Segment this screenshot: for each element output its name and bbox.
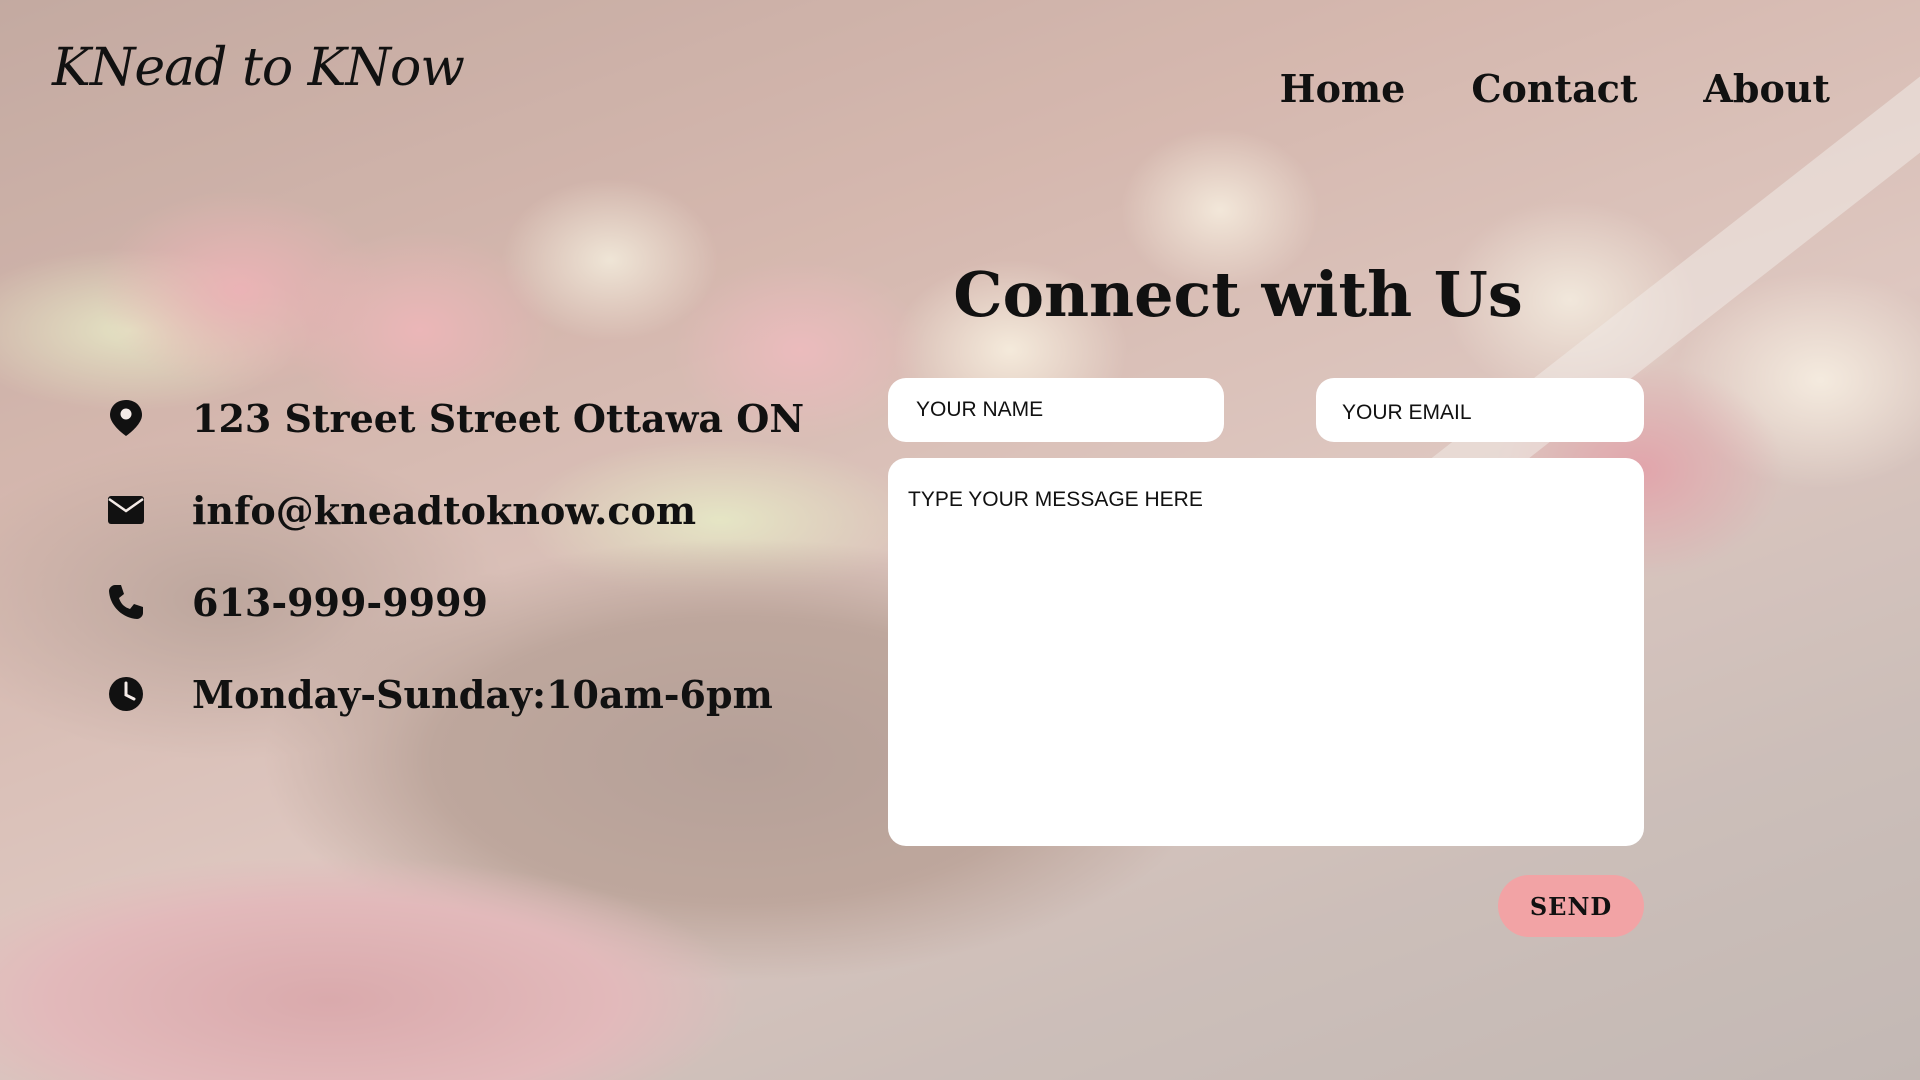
clock-icon bbox=[100, 668, 152, 720]
location-pin-icon bbox=[100, 392, 152, 444]
send-button[interactable]: SEND bbox=[1498, 875, 1644, 937]
contact-phone: 613-999-9999 bbox=[100, 556, 804, 648]
contact-info-list: 123 Street Street Ottawa ON info@kneadto… bbox=[100, 372, 804, 740]
main-nav: Home Contact About bbox=[1280, 66, 1830, 111]
hours-text: Monday-Sunday:10am-6pm bbox=[192, 671, 773, 717]
message-textarea[interactable] bbox=[888, 458, 1644, 846]
nav-about-link[interactable]: About bbox=[1703, 66, 1830, 111]
contact-address: 123 Street Street Ottawa ON bbox=[100, 372, 804, 464]
address-text: 123 Street Street Ottawa ON bbox=[192, 395, 805, 441]
site-logo[interactable]: KNead to KNow bbox=[52, 38, 465, 98]
envelope-icon bbox=[100, 484, 152, 536]
nav-home-link[interactable]: Home bbox=[1280, 66, 1406, 111]
contact-email: info@kneadtoknow.com bbox=[100, 464, 804, 556]
nav-contact-link[interactable]: Contact bbox=[1471, 66, 1637, 111]
phone-text[interactable]: 613-999-9999 bbox=[192, 580, 488, 625]
phone-icon bbox=[100, 576, 152, 628]
email-text[interactable]: info@kneadtoknow.com bbox=[192, 488, 696, 533]
contact-hours: Monday-Sunday:10am-6pm bbox=[100, 648, 804, 740]
email-input[interactable] bbox=[1316, 378, 1644, 442]
name-input[interactable] bbox=[888, 378, 1224, 442]
page-heading: Connect with Us bbox=[953, 258, 1523, 331]
